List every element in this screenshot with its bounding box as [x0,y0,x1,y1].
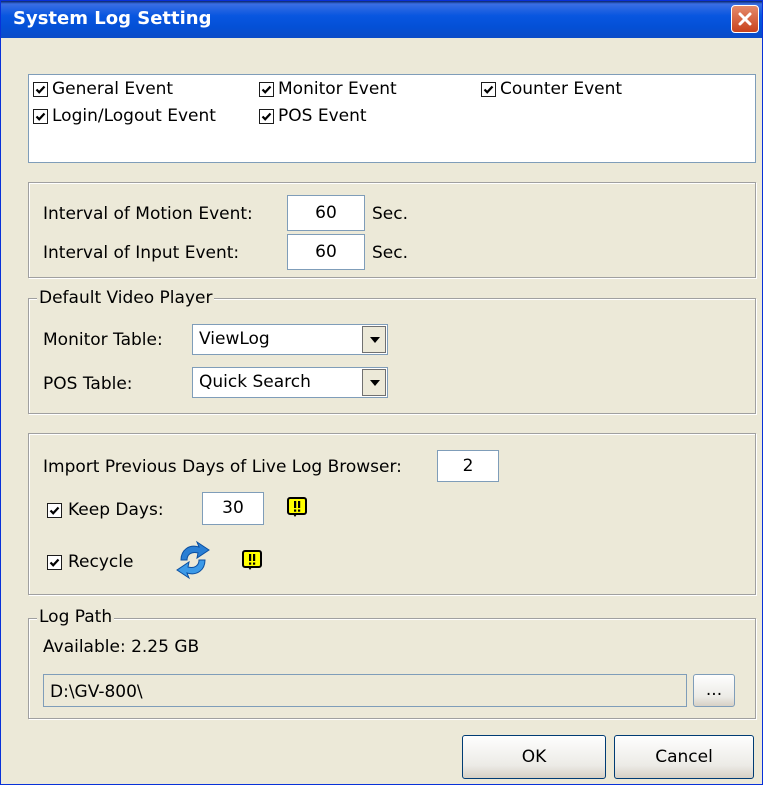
warning-icon[interactable] [286,496,308,518]
checkbox-box[interactable] [259,81,274,97]
keep-days-input[interactable]: 30 [202,492,264,525]
checkbox-pos-event[interactable]: POS Event [259,106,367,126]
title-bar[interactable]: System Log Setting [1,1,762,38]
pos-table-select[interactable]: Quick Search [192,367,388,398]
input-interval-unit: Sec. [372,243,409,263]
window-title: System Log Setting [13,8,212,29]
monitor-table-select[interactable]: ViewLog [192,324,388,355]
recycle-icon[interactable] [173,538,213,582]
input-interval-input[interactable]: 60 [287,234,365,270]
default-video-player-group: Monitor Table: ViewLog POS Table: Quick … [28,298,756,414]
recycle-label: Recycle [68,552,134,572]
pos-table-label: POS Table: [43,374,133,394]
interval-group: Interval of Motion Event: 60 Sec. Interv… [28,182,756,278]
default-video-player-legend: Default Video Player [37,288,215,308]
pos-table-value: Quick Search [199,372,311,392]
checkbox-label: Counter Event [500,79,623,99]
keep-days-label: Keep Days: [68,500,164,520]
checkbox-counter-event[interactable]: Counter Event [481,79,622,99]
log-path-group: Available: 2.25 GB D:\GV-800\ ... [28,618,756,719]
close-button[interactable] [731,5,759,33]
checkbox-monitor-event[interactable]: Monitor Event [259,79,397,99]
checkbox-login-logout-event[interactable]: Login/Logout Event [33,106,216,126]
motion-interval-unit: Sec. [372,204,409,224]
checkbox-box[interactable] [481,81,496,97]
checkbox-box[interactable] [259,108,274,124]
motion-interval-label: Interval of Motion Event: [43,204,253,224]
chevron-down-icon[interactable] [362,326,386,353]
checkbox-label: Monitor Event [278,79,397,99]
log-path-input[interactable]: D:\GV-800\ [43,674,687,707]
live-log-group: Import Previous Days of Live Log Browser… [28,433,756,595]
chevron-down-icon[interactable] [362,369,386,396]
event-type-list: General Event Monitor Event Counter Even… [28,74,756,163]
checkbox-label: General Event [52,79,174,99]
available-space-label: Available: 2.25 GB [43,637,200,657]
input-interval-label: Interval of Input Event: [43,243,240,263]
checkbox-box[interactable] [33,108,48,124]
keep-days-checkbox[interactable]: Keep Days: [47,500,164,520]
checkbox-label: Login/Logout Event [52,106,216,126]
monitor-table-label: Monitor Table: [43,330,163,350]
cancel-button[interactable]: Cancel [614,735,754,779]
recycle-checkbox[interactable]: Recycle [47,552,133,572]
log-path-legend: Log Path [37,607,115,627]
browse-button[interactable]: ... [693,674,735,707]
warning-icon[interactable] [241,549,263,571]
checkbox-general-event[interactable]: General Event [33,79,173,99]
checkbox-label: POS Event [278,106,367,126]
system-log-setting-dialog: System Log Setting General Event Monitor… [0,0,763,785]
import-days-input[interactable]: 2 [437,450,499,482]
checkbox-box[interactable] [47,554,62,570]
monitor-table-value: ViewLog [199,329,270,349]
import-days-label: Import Previous Days of Live Log Browser… [43,457,402,477]
checkbox-box[interactable] [33,81,48,97]
log-path-value: D:\GV-800\ [50,682,143,702]
ok-button[interactable]: OK [462,735,606,779]
motion-interval-input[interactable]: 60 [287,195,365,231]
checkbox-box[interactable] [47,502,62,518]
